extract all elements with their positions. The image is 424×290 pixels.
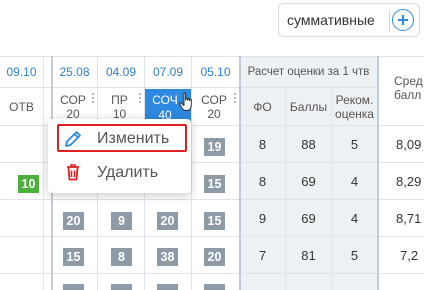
calc-column-rec: Реком. оценка — [332, 88, 377, 125]
column-weight: 20 — [207, 107, 221, 121]
menu-item-label: Удалить — [97, 164, 159, 181]
avg-header-line2: балл — [394, 88, 422, 102]
summative-label[interactable]: суммативные — [287, 12, 375, 28]
balls-value: 88 — [301, 136, 316, 152]
calc-column-balls: Баллы — [289, 99, 328, 114]
hand-cursor-icon — [179, 92, 192, 111]
column-header-sor2[interactable]: СОР 20 — [192, 88, 239, 125]
rec-value: 4 — [350, 210, 359, 226]
fo-value: 9 — [258, 210, 267, 226]
grade-cell[interactable]: 10 — [18, 175, 39, 193]
rec-value: 5 — [350, 136, 359, 152]
plus-circle-icon[interactable] — [392, 9, 414, 31]
column-type: СОР — [201, 93, 227, 107]
column-header-otv[interactable]: ОТВ — [0, 88, 43, 125]
rec-value: 5 — [350, 247, 359, 263]
selection-highlight — [57, 124, 187, 152]
grade-cell[interactable]: 20 — [63, 212, 84, 230]
fo-value: 8 — [258, 136, 267, 152]
grade-cell[interactable]: 15 — [204, 175, 225, 193]
grade-cell[interactable] — [157, 284, 178, 290]
divider — [389, 10, 390, 32]
column-type: СОР — [60, 93, 86, 107]
rec-value: 4 — [350, 173, 359, 189]
column-menu-icon[interactable] — [139, 93, 142, 104]
avg-value: 7,2 — [400, 248, 419, 263]
grade-cell[interactable] — [111, 284, 132, 290]
date-header: 05.10 — [200, 65, 231, 79]
calc-column-fo: ФО — [253, 99, 272, 114]
toolbar: суммативные — [0, 0, 424, 56]
balls-value: 81 — [301, 247, 316, 263]
date-header: 04.09 — [105, 65, 137, 79]
summative-selector[interactable]: суммативные — [278, 3, 420, 37]
grade-cell[interactable]: 38 — [157, 248, 178, 266]
column-menu-icon[interactable] — [92, 93, 95, 104]
grade-cell[interactable] — [204, 284, 225, 290]
trash-icon — [67, 164, 79, 181]
menu-item-delete[interactable]: Удалить — [48, 157, 191, 189]
avg-header-line1: Сред. — [394, 74, 424, 88]
grade-cell[interactable]: 9 — [111, 212, 132, 230]
calc-rec-line1: Реком. — [335, 93, 374, 107]
grade-cell[interactable]: 8 — [111, 248, 132, 266]
balls-value: 69 — [301, 210, 316, 226]
divider — [0, 273, 424, 274]
grade-cell[interactable]: 20 — [157, 212, 178, 230]
divider — [377, 56, 379, 290]
avg-value: 8,29 — [396, 174, 422, 189]
fo-value: 8 — [258, 173, 267, 189]
calc-rec-line2: оценка — [335, 107, 374, 121]
calc-header: Расчет оценки за 1 чтв — [247, 66, 370, 78]
grade-cell[interactable]: 15 — [204, 212, 225, 230]
divider — [43, 56, 44, 290]
column-type: ПР — [111, 93, 128, 107]
grade-cell[interactable] — [63, 284, 84, 290]
grade-cell[interactable]: 15 — [63, 248, 84, 266]
grade-cell[interactable]: 19 — [204, 138, 225, 156]
date-header: 09.10 — [6, 65, 37, 79]
avg-value: 8,09 — [396, 137, 422, 152]
fo-value: 7 — [258, 247, 267, 263]
grade-cell[interactable]: 20 — [204, 248, 225, 266]
divider — [0, 56, 424, 57]
avg-value: 8,71 — [396, 211, 422, 226]
date-header: 07.09 — [152, 65, 184, 79]
column-menu-icon[interactable] — [234, 93, 237, 104]
balls-value: 69 — [301, 173, 316, 189]
date-header: 25.08 — [59, 65, 90, 79]
